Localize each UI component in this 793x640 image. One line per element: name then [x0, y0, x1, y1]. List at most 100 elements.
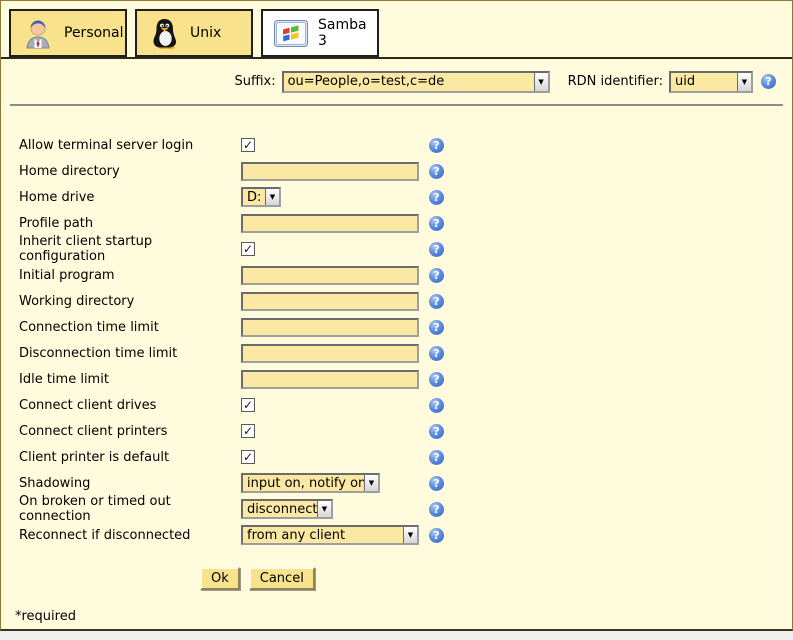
- field-label: Shadowing: [19, 476, 241, 491]
- form-row: Home drive D:▼ ?: [19, 184, 792, 210]
- form-row: Home directory ?: [19, 158, 792, 184]
- help-icon[interactable]: ?: [429, 528, 444, 543]
- form-row: Shadowing input on, notify on▼ ?: [19, 470, 792, 496]
- form-row: Disconnection time limit ?: [19, 340, 792, 366]
- person-icon: [22, 17, 54, 49]
- suffix-label: Suffix:: [234, 74, 275, 89]
- field-control: ✓: [241, 424, 429, 438]
- help-icon[interactable]: ?: [429, 320, 444, 335]
- field-label: Connect client printers: [19, 424, 241, 439]
- field-label: On broken or timed out connection: [19, 494, 241, 524]
- on-broken-or-timed-out-connection-select[interactable]: disconnect▼: [241, 499, 333, 519]
- form-row: Connect client printers ✓ ?: [19, 418, 792, 444]
- field-control: ✓: [241, 450, 429, 464]
- help-icon[interactable]: ?: [429, 424, 444, 439]
- client-printer-is-default-checkbox[interactable]: ✓: [241, 450, 255, 464]
- chevron-down-icon[interactable]: ▼: [534, 73, 548, 91]
- field-label: Allow terminal server login: [19, 138, 241, 153]
- help-icon[interactable]: ?: [429, 216, 444, 231]
- field-label: Inherit client startup configuration: [19, 234, 241, 264]
- field-control: [241, 266, 429, 285]
- form-row: Client printer is default ✓ ?: [19, 444, 792, 470]
- reconnect-if-disconnected-select[interactable]: from any client▼: [241, 525, 419, 545]
- chevron-down-icon[interactable]: ▼: [364, 475, 378, 491]
- field-control: disconnect▼: [241, 499, 429, 519]
- help-icon[interactable]: ?: [429, 268, 444, 283]
- field-control: D:▼: [241, 187, 429, 207]
- field-control: ✓: [241, 242, 429, 256]
- working-directory-input[interactable]: [241, 292, 419, 311]
- help-icon[interactable]: ?: [429, 398, 444, 413]
- field-label: Working directory: [19, 294, 241, 309]
- shadowing-select[interactable]: input on, notify on▼: [241, 473, 380, 493]
- field-label: Home drive: [19, 190, 241, 205]
- field-label: Reconnect if disconnected: [19, 528, 241, 543]
- tux-icon: [148, 17, 180, 49]
- chevron-down-icon[interactable]: ▼: [737, 73, 751, 91]
- ok-button[interactable]: Ok: [200, 567, 240, 590]
- field-control: [241, 162, 429, 181]
- help-icon[interactable]: ?: [429, 372, 444, 387]
- disconnection-time-limit-input[interactable]: [241, 344, 419, 363]
- field-label: Profile path: [19, 216, 241, 231]
- allow-terminal-server-login-checkbox[interactable]: ✓: [241, 138, 255, 152]
- suffix-select[interactable]: ou=People,o=test,c=de ▼: [282, 71, 550, 93]
- help-icon[interactable]: ?: [429, 242, 444, 257]
- field-control: [241, 370, 429, 389]
- help-icon[interactable]: ?: [429, 502, 444, 517]
- form-row: On broken or timed out connection discon…: [19, 496, 792, 522]
- samba3-settings-page: Personal Unix Samba 3: [0, 0, 793, 631]
- tab-samba3-label: Samba 3: [318, 17, 377, 49]
- field-label: Client printer is default: [19, 450, 241, 465]
- connection-time-limit-input[interactable]: [241, 318, 419, 337]
- field-control: ✓: [241, 398, 429, 412]
- home-drive-select[interactable]: D:▼: [241, 187, 281, 207]
- inherit-client-startup-configuration-checkbox[interactable]: ✓: [241, 242, 255, 256]
- help-icon[interactable]: ?: [429, 476, 444, 491]
- form-row: Profile path ?: [19, 210, 792, 236]
- tab-personal[interactable]: Personal: [9, 9, 127, 57]
- initial-program-input[interactable]: [241, 266, 419, 285]
- help-icon[interactable]: ?: [429, 190, 444, 205]
- form-row: Idle time limit ?: [19, 366, 792, 392]
- tab-bar: Personal Unix Samba 3: [9, 9, 379, 57]
- connect-client-drives-checkbox[interactable]: ✓: [241, 398, 255, 412]
- on-broken-or-timed-out-connection-select-value: disconnect: [243, 501, 317, 517]
- help-icon[interactable]: ?: [429, 346, 444, 361]
- help-icon[interactable]: ?: [429, 138, 444, 153]
- rdn-identifier-select[interactable]: uid ▼: [669, 71, 753, 93]
- windows-icon: [274, 20, 308, 47]
- profile-path-input[interactable]: [241, 214, 419, 233]
- form-row: Initial program ?: [19, 262, 792, 288]
- chevron-down-icon[interactable]: ▼: [317, 501, 331, 517]
- idle-time-limit-input[interactable]: [241, 370, 419, 389]
- chevron-down-icon[interactable]: ▼: [265, 189, 279, 205]
- help-icon[interactable]: ?: [429, 450, 444, 465]
- field-control: input on, notify on▼: [241, 473, 429, 493]
- field-label: Home directory: [19, 164, 241, 179]
- reconnect-if-disconnected-select-value: from any client: [243, 527, 403, 543]
- rdn-select-value: uid: [671, 73, 737, 91]
- home-drive-select-value: D:: [243, 189, 265, 205]
- field-label: Connect client drives: [19, 398, 241, 413]
- shadowing-select-value: input on, notify on: [243, 475, 364, 491]
- help-icon[interactable]: ?: [761, 74, 776, 89]
- tab-unix-label: Unix: [190, 25, 221, 41]
- action-buttons: Ok Cancel: [200, 567, 315, 590]
- tab-samba3[interactable]: Samba 3: [261, 9, 379, 57]
- field-label: Connection time limit: [19, 320, 241, 335]
- form-row: Connection time limit ?: [19, 314, 792, 340]
- tab-unix[interactable]: Unix: [135, 9, 253, 57]
- form-row: Inherit client startup configuration ✓ ?: [19, 236, 792, 262]
- field-control: from any client▼: [241, 525, 429, 545]
- field-control: [241, 318, 429, 337]
- help-icon[interactable]: ?: [429, 294, 444, 309]
- field-control: [241, 214, 429, 233]
- home-directory-input[interactable]: [241, 162, 419, 181]
- cancel-button[interactable]: Cancel: [249, 567, 315, 590]
- chevron-down-icon[interactable]: ▼: [403, 527, 417, 543]
- connect-client-printers-checkbox[interactable]: ✓: [241, 424, 255, 438]
- help-icon[interactable]: ?: [429, 164, 444, 179]
- suffix-toolbar: Suffix: ou=People,o=test,c=de ▼ RDN iden…: [1, 59, 792, 104]
- rdn-identifier-label: RDN identifier:: [568, 74, 663, 89]
